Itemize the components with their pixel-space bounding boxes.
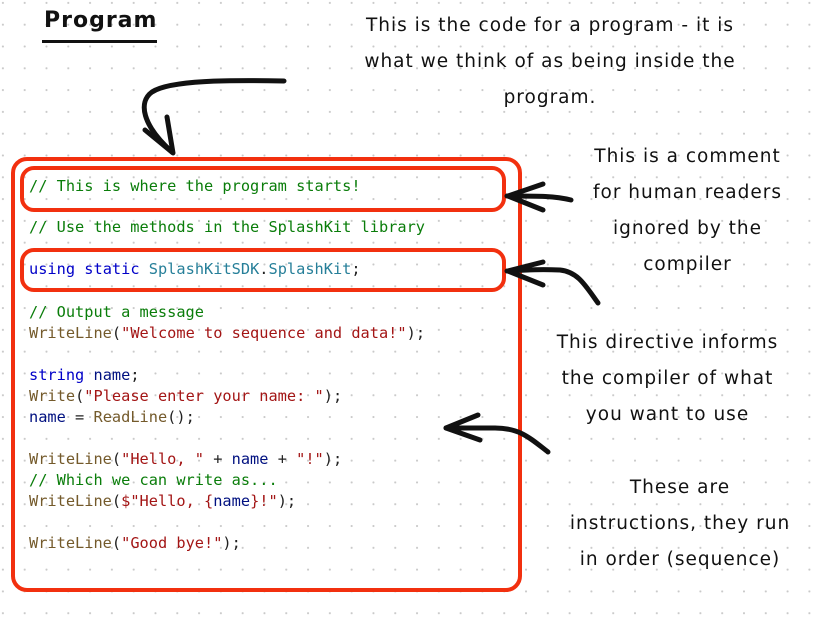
- arrows-layer: [141, 78, 601, 455]
- arrow-to-comment-box-icon: [504, 181, 574, 213]
- arrow-to-code-box-icon: [141, 78, 287, 156]
- arrow-to-directive-box-icon: [504, 259, 601, 306]
- arrow-to-instructions-icon: [443, 412, 551, 455]
